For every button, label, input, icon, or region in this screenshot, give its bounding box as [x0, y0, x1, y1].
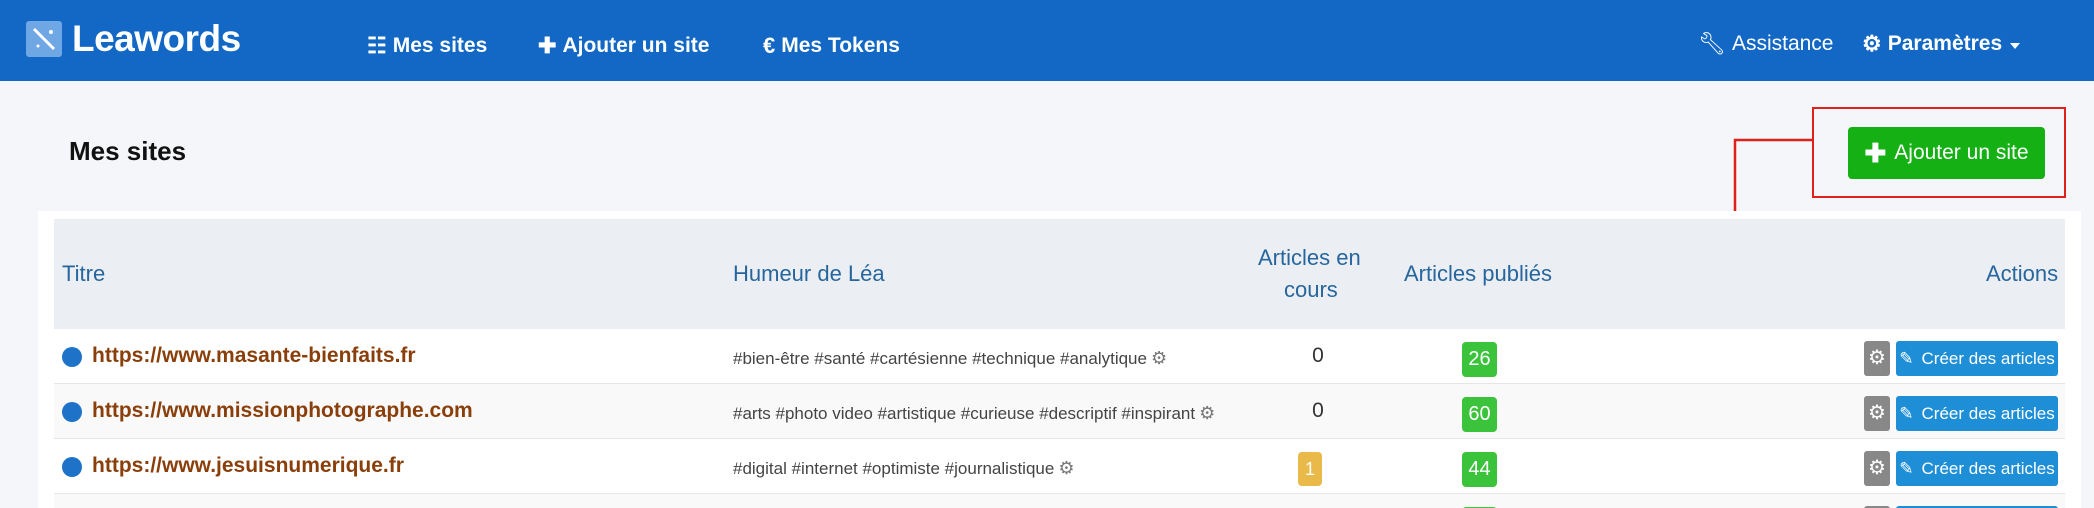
nav-mes-tokens-label: Mes Tokens	[781, 34, 900, 57]
list-icon: ☷	[367, 33, 387, 58]
pencil-icon: ✎	[1899, 458, 1914, 478]
mood-tags: #arts #photo video #artistique #curieuse…	[733, 403, 1215, 424]
create-articles-label: Créer des articles	[1921, 458, 2055, 478]
header-articles-publies[interactable]: Articles publiés	[1404, 261, 1552, 287]
nav-mes-sites-label: Mes sites	[392, 34, 488, 57]
articles-en-cours: 0	[1312, 399, 1324, 422]
mood-text: #bien-être #santé #cartésienne #techniqu…	[733, 348, 1147, 368]
brand-logo-icon	[26, 21, 62, 57]
site-link[interactable]: https://www.masante-bienfaits.fr	[92, 344, 416, 368]
chevron-down-icon	[2010, 43, 2021, 49]
articles-en-cours-badge: 1	[1298, 452, 1322, 486]
site-link[interactable]: https://www.missionphotographe.com	[92, 399, 473, 423]
nav-assistance-label: Assistance	[1731, 32, 1834, 55]
table-row: https://www.jesuisnumerique.fr #digital …	[54, 439, 2065, 494]
create-articles-button[interactable]: ✎ Créer des articles	[1896, 451, 2058, 486]
add-site-button[interactable]: ✚ Ajouter un site	[1848, 127, 2045, 179]
gear-icon: ⚙	[1868, 457, 1886, 479]
table-header: Titre Humeur de Léa Articles en cours Ar…	[54, 219, 2065, 329]
mood-text: #digital #internet #optimiste #journalis…	[733, 458, 1055, 478]
page-title: Mes sites	[69, 136, 187, 166]
create-articles-button[interactable]: ✎ Créer des articles	[1896, 396, 2058, 431]
nav-mes-sites[interactable]: ☷ Mes sites	[367, 34, 487, 58]
sites-table: Titre Humeur de Léa Articles en cours Ar…	[38, 211, 2081, 508]
articles-publies-badge: 44	[1462, 452, 1497, 487]
plus-icon: ✚	[538, 33, 557, 58]
nav-ajouter-site[interactable]: ✚ Ajouter un site	[538, 34, 709, 58]
wrench-icon: 🔧︎	[1698, 31, 1726, 56]
mood-tags: #digital #internet #optimiste #journalis…	[733, 458, 1074, 479]
plus-icon: ✚	[1864, 137, 1887, 168]
articles-publies-badge: 60	[1462, 397, 1497, 432]
globe-icon	[62, 402, 82, 422]
header-actions: Actions	[1986, 261, 2059, 286]
settings-button[interactable]: ⚙	[1864, 396, 1890, 431]
create-articles-label: Créer des articles	[1921, 348, 2055, 368]
gear-icon[interactable]: ⚙	[1058, 458, 1074, 479]
globe-icon	[62, 457, 82, 477]
top-navbar: Leawords ☷ Mes sites ✚ Ajouter un site €…	[0, 0, 2094, 81]
gear-icon[interactable]: ⚙	[1151, 348, 1167, 369]
site-link[interactable]: https://www.jesuisnumerique.fr	[92, 454, 404, 478]
articles-en-cours: 0	[1312, 344, 1324, 367]
header-humeur[interactable]: Humeur de Léa	[733, 261, 885, 287]
table-row	[54, 494, 2065, 508]
brand[interactable]: Leawords	[26, 18, 241, 60]
header-articles-en-cours-line2: cours	[1284, 277, 1338, 302]
table-row: https://www.missionphotographe.com #arts…	[54, 384, 2065, 439]
create-articles-button[interactable]: ✎ Créer des articles	[1896, 341, 2058, 376]
create-articles-label: Créer des articles	[1921, 403, 2055, 423]
table-row: https://www.masante-bienfaits.fr #bien-ê…	[54, 329, 2065, 384]
globe-icon	[62, 347, 82, 367]
articles-publies-badge: 26	[1462, 342, 1497, 377]
header-titre[interactable]: Titre	[62, 261, 105, 287]
pencil-icon: ✎	[1899, 348, 1914, 368]
nav-ajouter-site-label: Ajouter un site	[562, 34, 710, 57]
add-site-button-label: Ajouter un site	[1894, 141, 2029, 164]
mood-tags: #bien-être #santé #cartésienne #techniqu…	[733, 348, 1167, 369]
settings-button[interactable]: ⚙	[1864, 451, 1890, 486]
gear-icon[interactable]: ⚙	[1199, 403, 1215, 424]
euro-icon: €	[763, 33, 776, 58]
settings-button[interactable]: ⚙	[1864, 341, 1890, 376]
gear-icon: ⚙	[1868, 347, 1886, 369]
gear-icon: ⚙	[1868, 402, 1886, 424]
nav-assistance[interactable]: 🔧︎ Assistance	[1698, 32, 1833, 56]
gear-icon: ⚙	[1862, 31, 1882, 56]
nav-mes-tokens[interactable]: € Mes Tokens	[763, 34, 900, 58]
mood-text: #arts #photo video #artistique #curieuse…	[733, 403, 1196, 423]
header-articles-en-cours-line1[interactable]: Articles en	[1258, 245, 1361, 271]
pencil-icon: ✎	[1899, 403, 1914, 423]
brand-name: Leawords	[72, 18, 241, 59]
nav-parametres-dropdown[interactable]: ⚙ Paramètres	[1862, 31, 2021, 56]
nav-parametres-label: Paramètres	[1887, 32, 2003, 55]
